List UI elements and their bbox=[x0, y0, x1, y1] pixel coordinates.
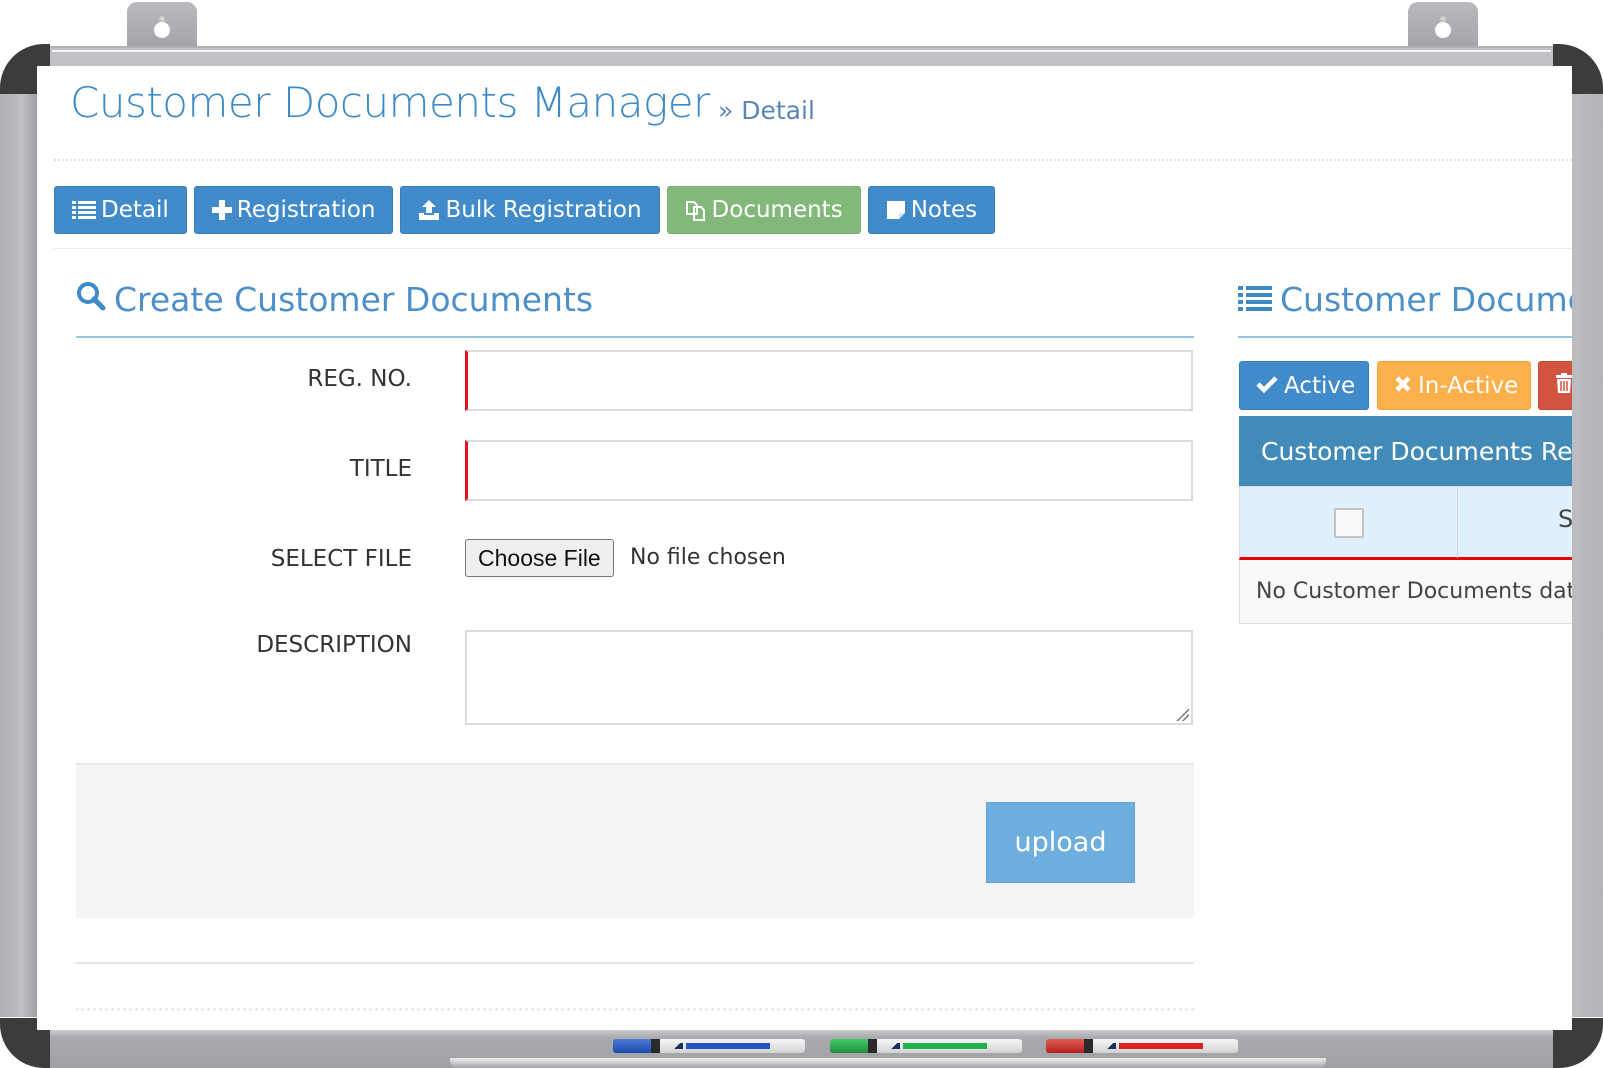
table-column-header[interactable]: S bbox=[1558, 505, 1572, 533]
create-panel-heading: Create Customer Documents bbox=[114, 280, 594, 319]
plus-icon bbox=[211, 200, 232, 220]
tab-label: Bulk Registration bbox=[445, 197, 642, 223]
active-button[interactable]: Active bbox=[1239, 361, 1369, 410]
active-button-label: Active bbox=[1284, 372, 1356, 399]
inactive-button[interactable]: In-Active bbox=[1377, 361, 1531, 410]
tab-label: Registration bbox=[236, 197, 376, 223]
board-frame-top bbox=[44, 46, 1559, 66]
title-label: TITLE bbox=[349, 456, 412, 482]
table-caption: Customer Documents Records bbox=[1239, 416, 1572, 486]
copy-icon bbox=[685, 199, 707, 221]
reg-no-label: REG. NO. bbox=[307, 366, 412, 392]
tab-label: Notes bbox=[910, 197, 978, 223]
tab-registration[interactable]: Registration bbox=[193, 186, 394, 234]
create-panel-title: Create Customer Documents bbox=[76, 280, 593, 319]
search-icon bbox=[76, 280, 106, 319]
board-hanger-left bbox=[127, 2, 197, 46]
description-label: DESCRIPTION bbox=[256, 632, 412, 658]
section-divider bbox=[76, 962, 1194, 964]
resize-handle-icon[interactable] bbox=[1175, 707, 1189, 721]
table-header-select bbox=[1240, 487, 1458, 558]
app-content: Customer Documents Manager » Detail Deta… bbox=[37, 66, 1572, 1030]
upload-icon bbox=[418, 199, 440, 221]
tab-label: Detail bbox=[101, 197, 169, 223]
file-status: No file chosen bbox=[630, 545, 786, 570]
page-title: Customer Documents Manager bbox=[70, 78, 710, 127]
board-frame-right bbox=[1572, 92, 1603, 1017]
form-footer: upload bbox=[76, 763, 1194, 918]
choose-file-button[interactable]: Choose File bbox=[465, 539, 614, 577]
marker-tray bbox=[450, 1058, 1326, 1068]
list-icon bbox=[1238, 280, 1272, 319]
tab-bulk-registration[interactable]: Bulk Registration bbox=[400, 186, 660, 234]
select-all-checkbox[interactable] bbox=[1333, 507, 1364, 538]
delete-button[interactable] bbox=[1538, 361, 1572, 410]
marker-red bbox=[1046, 1039, 1238, 1053]
check-icon bbox=[1256, 373, 1278, 399]
breadcrumb[interactable]: » Detail bbox=[718, 96, 815, 125]
list-icon bbox=[72, 200, 96, 220]
marker-green bbox=[830, 1039, 1022, 1053]
upload-button[interactable]: upload bbox=[986, 802, 1135, 883]
note-icon bbox=[886, 200, 906, 220]
select-file-label: SELECT FILE bbox=[270, 546, 412, 572]
tab-detail[interactable]: Detail bbox=[54, 186, 187, 234]
tabs-divider bbox=[54, 248, 1572, 249]
times-icon bbox=[1394, 373, 1412, 399]
title-input[interactable] bbox=[465, 440, 1193, 501]
table-header: S bbox=[1239, 486, 1572, 560]
list-panel-heading: Customer Documents bbox=[1280, 280, 1572, 319]
section-divider-dotted bbox=[76, 1008, 1194, 1011]
marker-blue bbox=[613, 1039, 805, 1053]
reg-no-input[interactable] bbox=[465, 350, 1193, 411]
create-panel-underline bbox=[76, 336, 1194, 338]
tab-documents[interactable]: Documents bbox=[666, 186, 861, 234]
inactive-button-label: In-Active bbox=[1418, 372, 1519, 399]
header-divider bbox=[54, 159, 1572, 161]
tab-bar: Detail Registration Bulk Registration Do… bbox=[54, 186, 996, 234]
tab-notes[interactable]: Notes bbox=[867, 186, 996, 234]
list-panel-title: Customer Documents bbox=[1238, 280, 1572, 319]
trash-icon bbox=[1555, 372, 1572, 399]
table-empty-message: No Customer Documents data bbox=[1239, 560, 1572, 624]
list-panel-underline bbox=[1238, 336, 1572, 338]
board-hanger-right bbox=[1408, 2, 1478, 46]
board-frame-left bbox=[0, 92, 37, 1017]
description-textarea[interactable] bbox=[465, 630, 1193, 725]
tab-label: Documents bbox=[711, 197, 843, 223]
